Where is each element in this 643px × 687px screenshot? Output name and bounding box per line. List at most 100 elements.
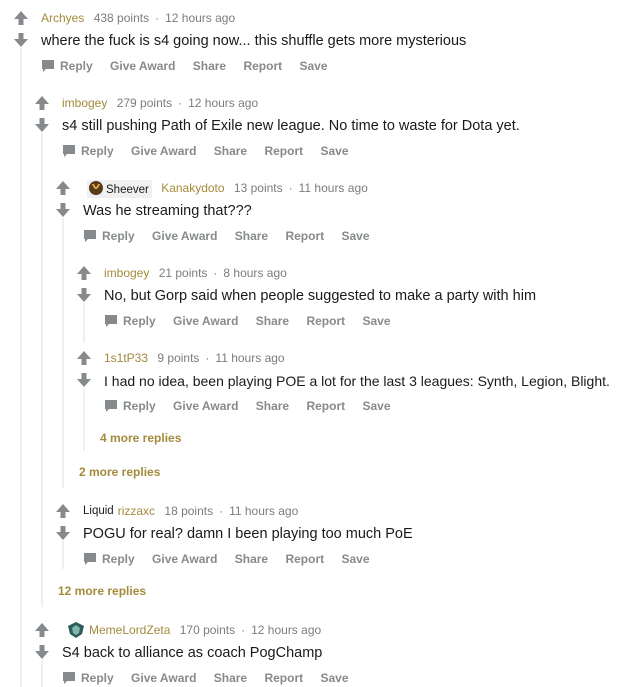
give-award-button[interactable]: Give Award	[131, 671, 196, 685]
upvote-arrow-icon[interactable]	[55, 503, 71, 519]
downvote-arrow-icon[interactable]	[55, 525, 71, 541]
username-link[interactable]: imbogey	[104, 266, 149, 280]
reply-button[interactable]: Reply	[83, 552, 135, 566]
reply-label: Reply	[81, 671, 114, 685]
share-button[interactable]: Share	[256, 399, 289, 413]
report-button[interactable]: Report	[243, 59, 282, 73]
thread-line[interactable]	[62, 541, 64, 569]
dot-separator: ·	[241, 623, 246, 637]
report-button[interactable]: Report	[264, 671, 303, 685]
timestamp[interactable]: 11 hours ago	[215, 351, 284, 365]
give-award-button[interactable]: Give Award	[110, 59, 175, 73]
username-link[interactable]: Kanakydoto	[161, 181, 224, 195]
timestamp[interactable]: 11 hours ago	[299, 181, 368, 195]
action-bar: Reply Give Award Share Report Save	[62, 670, 363, 686]
username-link[interactable]: rizzaxc	[118, 504, 155, 518]
save-button[interactable]: Save	[299, 59, 327, 73]
save-button[interactable]: Save	[362, 399, 390, 413]
thread-line[interactable]	[41, 660, 43, 687]
share-button[interactable]: Share	[256, 314, 289, 328]
give-award-button[interactable]: Give Award	[173, 399, 238, 413]
username-link[interactable]: MemeLordZeta	[89, 623, 170, 637]
action-bar: Reply Give Award Share Report Save	[104, 398, 405, 414]
give-award-button[interactable]: Give Award	[152, 229, 217, 243]
reply-button[interactable]: Reply	[104, 399, 156, 413]
save-button[interactable]: Save	[320, 671, 348, 685]
give-award-button[interactable]: Give Award	[152, 552, 217, 566]
reply-button[interactable]: Reply	[83, 229, 135, 243]
speech-bubble-icon	[63, 145, 75, 157]
user-flair: Sheever	[87, 180, 152, 198]
more-replies-link[interactable]: 4 more replies	[100, 430, 181, 446]
comment-text: POGU for real? damn I been playing too m…	[83, 526, 413, 542]
comment-meta: Archyes 438 points · 12 hours ago	[41, 10, 235, 26]
more-replies-link[interactable]: 2 more replies	[79, 464, 160, 480]
reply-button[interactable]: Reply	[104, 314, 156, 328]
comment-meta: Liquid rizzaxc 18 points · 11 hours ago	[83, 503, 298, 519]
save-button[interactable]: Save	[362, 314, 390, 328]
comment-text: Was he streaming that???	[83, 203, 252, 219]
downvote-arrow-icon[interactable]	[34, 117, 50, 133]
dot-separator: ·	[155, 11, 160, 25]
reply-button[interactable]: Reply	[62, 144, 114, 158]
comment-meta: 1s1tP33 9 points · 11 hours ago	[104, 350, 285, 366]
give-award-button[interactable]: Give Award	[131, 144, 196, 158]
upvote-arrow-icon[interactable]	[34, 95, 50, 111]
more-replies-link[interactable]: 12 more replies	[58, 583, 146, 599]
dot-separator: ·	[219, 504, 224, 518]
upvote-arrow-icon[interactable]	[34, 622, 50, 638]
timestamp[interactable]: 12 hours ago	[165, 11, 235, 25]
report-button[interactable]: Report	[306, 399, 345, 413]
timestamp[interactable]: 12 hours ago	[188, 96, 258, 110]
downvote-arrow-icon[interactable]	[34, 644, 50, 660]
share-button[interactable]: Share	[214, 671, 247, 685]
report-button[interactable]: Report	[306, 314, 345, 328]
action-bar: Reply Give Award Share Report Save	[41, 58, 342, 74]
upvote-arrow-icon[interactable]	[55, 180, 71, 196]
points: 170 points	[179, 623, 236, 637]
thread-line[interactable]	[41, 133, 43, 607]
share-button[interactable]: Share	[235, 229, 268, 243]
comment-meta: imbogey 279 points · 12 hours ago	[62, 95, 258, 111]
reply-button[interactable]: Reply	[41, 59, 93, 73]
timestamp[interactable]: 11 hours ago	[229, 504, 298, 518]
comment-text: where the fuck is s4 going now... this s…	[41, 33, 467, 49]
action-bar: Reply Give Award Share Report Save	[83, 551, 384, 567]
share-button[interactable]: Share	[235, 552, 268, 566]
report-button[interactable]: Report	[285, 552, 324, 566]
username-link[interactable]: Archyes	[41, 11, 84, 25]
upvote-arrow-icon[interactable]	[13, 10, 29, 26]
speech-bubble-icon	[105, 400, 117, 412]
report-button[interactable]: Report	[264, 144, 303, 158]
user-flair: Liquid	[83, 503, 114, 519]
save-button[interactable]: Save	[341, 229, 369, 243]
thread-line[interactable]	[62, 218, 64, 488]
share-button[interactable]: Share	[214, 144, 247, 158]
thread-line[interactable]	[83, 388, 85, 451]
report-button[interactable]: Report	[285, 229, 324, 243]
thread-line[interactable]	[83, 303, 85, 343]
points: 438 points	[93, 11, 150, 25]
speech-bubble-icon	[42, 60, 54, 72]
reply-label: Reply	[81, 144, 114, 158]
username-link[interactable]: 1s1tP33	[104, 351, 148, 365]
downvote-arrow-icon[interactable]	[76, 372, 92, 388]
give-award-button[interactable]: Give Award	[173, 314, 238, 328]
upvote-arrow-icon[interactable]	[76, 265, 92, 281]
reply-label: Reply	[60, 59, 93, 73]
save-button[interactable]: Save	[320, 144, 348, 158]
share-button[interactable]: Share	[193, 59, 226, 73]
username-link[interactable]: imbogey	[62, 96, 107, 110]
upvote-arrow-icon[interactable]	[76, 350, 92, 366]
downvote-arrow-icon[interactable]	[13, 32, 29, 48]
speech-bubble-icon	[63, 672, 75, 684]
downvote-arrow-icon[interactable]	[76, 287, 92, 303]
timestamp[interactable]: 12 hours ago	[251, 623, 321, 637]
thread-line[interactable]	[20, 48, 22, 687]
action-bar: Reply Give Award Share Report Save	[104, 313, 405, 329]
comment-text: S4 back to alliance as coach PogChamp	[62, 645, 323, 661]
timestamp[interactable]: 8 hours ago	[223, 266, 286, 280]
save-button[interactable]: Save	[341, 552, 369, 566]
reply-button[interactable]: Reply	[62, 671, 114, 685]
downvote-arrow-icon[interactable]	[55, 202, 71, 218]
